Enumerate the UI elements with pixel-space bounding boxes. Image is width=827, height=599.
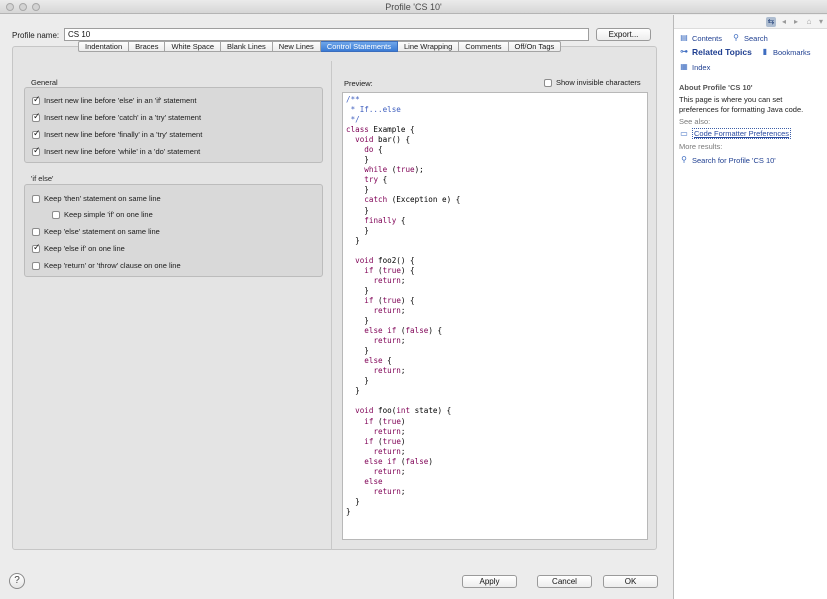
preview-label: Preview: xyxy=(344,79,373,88)
tab-indentation[interactable]: Indentation xyxy=(78,41,130,52)
checkbox[interactable] xyxy=(32,261,40,270)
related-topics-icon: ⊶ xyxy=(680,47,688,56)
checkbox[interactable] xyxy=(32,146,41,156)
show-invisible-characters-option[interactable]: Show invisible characters xyxy=(544,78,641,87)
help-bookmarks-link[interactable]: ▮ Bookmarks xyxy=(760,47,811,57)
help-toolbar: ⇆ ◂ ▸ ⌂ ▾ xyxy=(674,15,827,29)
option-keep-else-same-line[interactable]: Keep 'else' statement on same line xyxy=(32,227,160,236)
help-index-link[interactable]: ▦ Index xyxy=(679,62,710,72)
checkbox[interactable] xyxy=(32,112,41,122)
search-for-profile-link[interactable]: ⚲ Search for Profile 'CS 10' xyxy=(679,155,776,165)
bookmark-icon: ▮ xyxy=(762,47,768,56)
see-also-label: See also: xyxy=(679,117,711,126)
tab-bar: Indentation Braces White Space Blank Lin… xyxy=(78,41,562,52)
view-menu-icon[interactable]: ▾ xyxy=(816,17,826,27)
home-icon[interactable]: ⌂ xyxy=(804,17,814,27)
option-newline-before-else[interactable]: Insert new line before 'else' in an 'if'… xyxy=(32,95,196,105)
code-preview[interactable]: /** * If...else */ class Example { void … xyxy=(342,92,648,540)
link-with-help-icon[interactable]: ⇆ xyxy=(766,17,776,27)
profile-name-label: Profile name: xyxy=(12,31,60,40)
option-keep-else-if-one-line[interactable]: Keep 'else if' on one line xyxy=(32,243,125,253)
option-keep-simple-if-one-line[interactable]: Keep simple 'if' on one line xyxy=(52,210,153,219)
tab-comments[interactable]: Comments xyxy=(459,41,509,52)
tab-new-lines[interactable]: New Lines xyxy=(272,41,321,52)
about-title: About Profile 'CS 10' xyxy=(679,83,753,92)
help-search-link[interactable]: ⚲ Search xyxy=(731,33,768,43)
about-text: This page is where you can set preferenc… xyxy=(679,95,804,114)
document-icon: ▭ xyxy=(680,128,688,138)
panel-splitter[interactable] xyxy=(331,61,332,550)
option-newline-before-finally[interactable]: Insert new line before 'finally' in a 't… xyxy=(32,129,202,139)
checkbox[interactable] xyxy=(32,227,40,236)
forward-arrow-icon[interactable]: ▸ xyxy=(791,17,801,27)
general-group-title: General xyxy=(31,78,58,87)
checkbox[interactable] xyxy=(544,78,552,87)
tab-control-statements[interactable]: Control Statements xyxy=(320,41,399,52)
checkbox[interactable] xyxy=(32,243,41,253)
if-else-group-title: 'if else' xyxy=(31,174,54,183)
code-formatter-preferences-link[interactable]: ▭ Code Formatter Preferences xyxy=(679,128,792,139)
ok-button[interactable]: OK xyxy=(603,575,658,588)
checkbox[interactable] xyxy=(32,95,41,105)
book-icon: ▤ xyxy=(680,33,688,42)
cancel-button[interactable]: Cancel xyxy=(537,575,592,588)
help-contents-link[interactable]: ▤ Contents xyxy=(679,33,722,43)
tab-braces[interactable]: Braces xyxy=(129,41,166,52)
help-button[interactable]: ? xyxy=(9,573,25,589)
checkbox[interactable] xyxy=(32,194,40,203)
tab-blank-lines[interactable]: Blank Lines xyxy=(221,41,273,52)
index-icon: ▦ xyxy=(680,62,688,71)
option-keep-return-throw-one-line[interactable]: Keep 'return' or 'throw' clause on one l… xyxy=(32,261,181,270)
export-button[interactable]: Export... xyxy=(596,28,651,41)
apply-button[interactable]: Apply xyxy=(462,575,517,588)
window-title-bar: Profile 'CS 10' xyxy=(0,0,827,14)
help-related-topics-link[interactable]: ⊶ Related Topics xyxy=(679,47,752,57)
search-icon: ⚲ xyxy=(681,155,687,164)
tab-line-wrapping[interactable]: Line Wrapping xyxy=(398,41,460,52)
window-title: Profile 'CS 10' xyxy=(385,2,442,12)
option-newline-before-catch[interactable]: Insert new line before 'catch' in a 'try… xyxy=(32,112,201,122)
option-newline-before-while[interactable]: Insert new line before 'while' in a 'do'… xyxy=(32,146,200,156)
code-preview-text: /** * If...else */ class Example { void … xyxy=(346,95,461,516)
checkbox[interactable] xyxy=(32,129,41,139)
more-results-label: More results: xyxy=(679,142,723,151)
profile-name-input[interactable] xyxy=(64,28,589,41)
search-icon: ⚲ xyxy=(733,33,739,42)
tab-white-space[interactable]: White Space xyxy=(165,41,221,52)
checkbox[interactable] xyxy=(52,210,60,219)
option-keep-then-same-line[interactable]: Keep 'then' statement on same line xyxy=(32,194,161,203)
tab-off-on-tags[interactable]: Off/On Tags xyxy=(508,41,562,52)
back-arrow-icon[interactable]: ◂ xyxy=(779,17,789,27)
